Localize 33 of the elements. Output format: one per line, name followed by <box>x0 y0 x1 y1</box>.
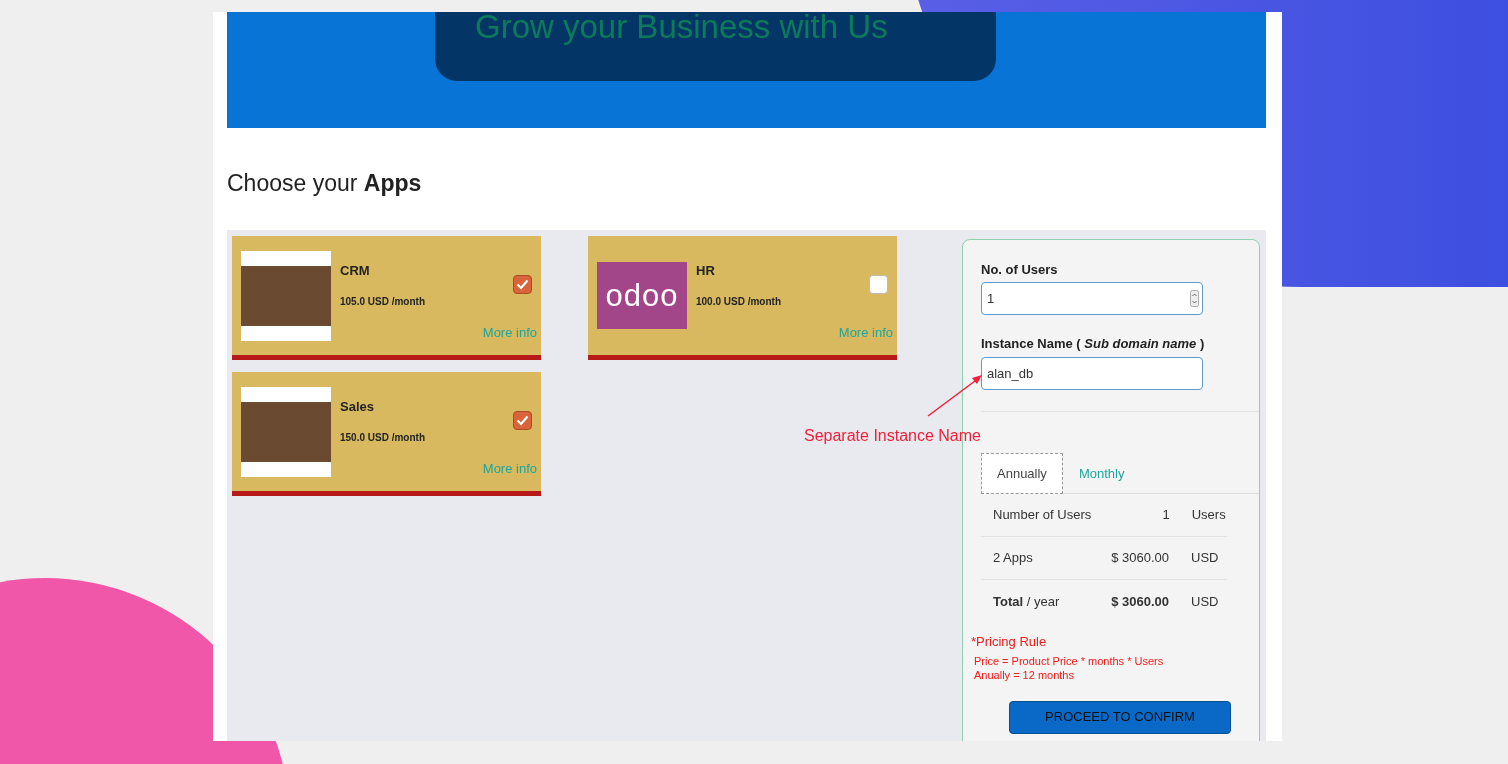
section-heading: Choose your Apps <box>227 169 423 198</box>
field-label: Instance Name ( Sub domain name ) <box>981 335 1206 353</box>
users-field[interactable]: 1 <box>981 282 1203 315</box>
proceed-button[interactable]: PROCEED TO CONFIRM <box>1009 700 1231 734</box>
summary-unit: USD <box>1190 549 1220 568</box>
instance-name-field[interactable]: alan_db <box>981 356 1203 390</box>
annotation-arrow <box>927 374 982 417</box>
app-name: HR <box>696 261 716 280</box>
app-name: CRM <box>340 261 371 280</box>
summary-unit: USD <box>1190 592 1220 611</box>
banner-title: Grow your Business with Us <box>475 12 889 43</box>
summary-label: 2 Apps <box>993 549 1034 568</box>
app-logo: odoo <box>597 262 687 329</box>
summary-value: $ 3060.00 <box>1110 549 1169 568</box>
summary-label: Number of Users <box>993 506 1092 525</box>
checkbox[interactable] <box>869 274 888 294</box>
tab[interactable]: Monthly <box>1062 452 1141 494</box>
summary-value: 1 <box>1161 506 1170 525</box>
app-price: 105.0 USD /month <box>340 295 427 309</box>
summary-unit: Users <box>1190 506 1227 525</box>
app-name: Sales <box>340 397 375 416</box>
annotation-label: Separate Instance Name <box>804 425 981 446</box>
pricing-rule-text: Price = Product Price * months * Users <box>974 653 1165 668</box>
checkbox[interactable] <box>513 274 532 294</box>
tab[interactable]: Annually <box>981 452 1063 494</box>
pricing-rule-text: Anually = 12 months <box>974 667 1075 682</box>
pricing-rule-title: *Pricing Rule <box>971 633 1048 651</box>
summary-value: $ 3060.00 <box>1110 592 1169 611</box>
summary-label: Total / year <box>993 592 1061 611</box>
field-label: No. of Users <box>981 260 1059 279</box>
app-price: 100.0 USD /month <box>696 295 783 309</box>
checkbox[interactable] <box>513 410 532 430</box>
app-price: 150.0 USD /month <box>340 431 427 445</box>
